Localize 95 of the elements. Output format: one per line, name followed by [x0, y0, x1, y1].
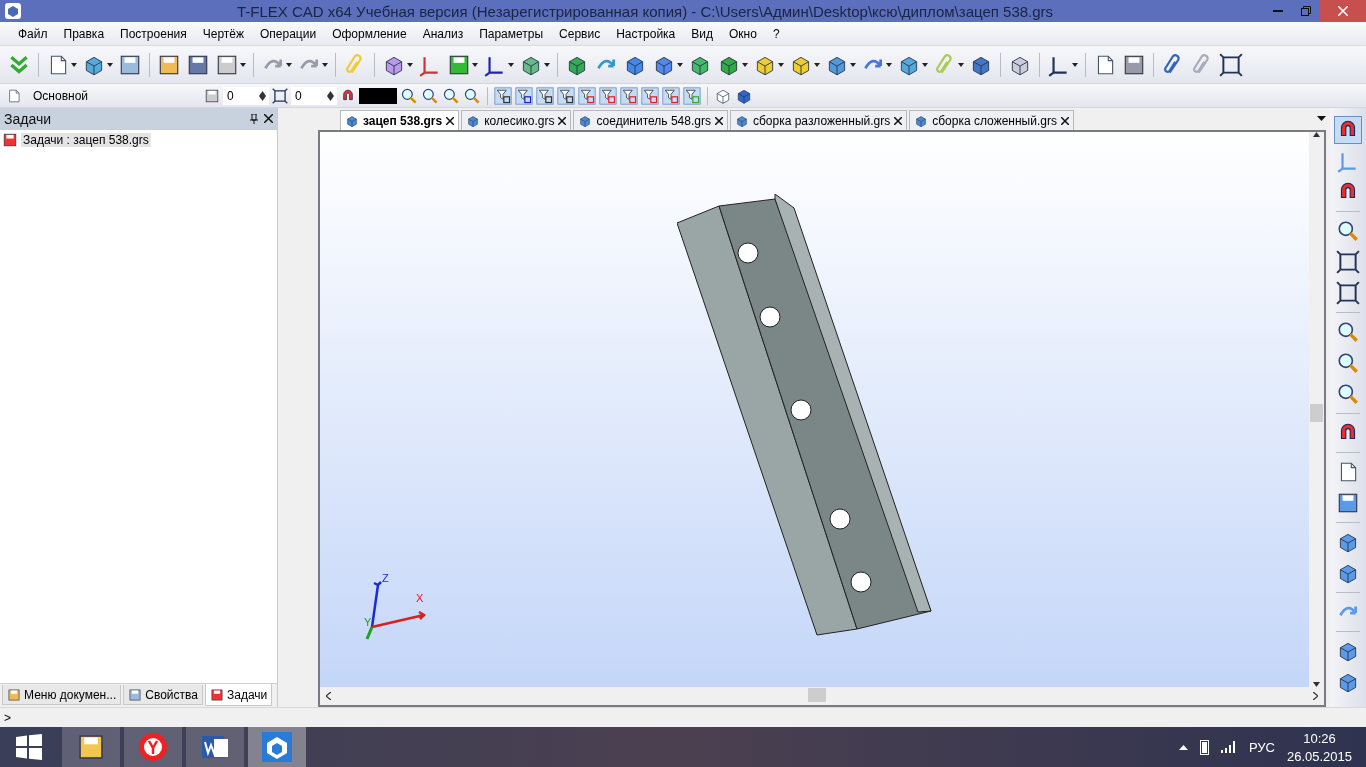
menu-item[interactable]: Файл — [10, 26, 56, 41]
cube-icon — [578, 113, 593, 128]
close-icon[interactable] — [264, 114, 273, 123]
zoom-icon — [1336, 320, 1360, 344]
browser-icon — [138, 732, 168, 762]
caret-up-icon[interactable] — [1178, 744, 1188, 750]
menu-item[interactable]: Построения — [112, 26, 195, 41]
cube-icon — [914, 113, 929, 128]
panel-title: Задачи — [4, 111, 51, 127]
panel-tab[interactable]: Задачи — [204, 684, 273, 706]
scroll-left-icon[interactable] — [326, 692, 331, 700]
restore-icon — [1301, 6, 1311, 16]
menu-item[interactable]: Оформление — [324, 26, 415, 41]
menu-item[interactable]: Операции — [252, 26, 325, 41]
windows-logo-icon — [16, 734, 42, 760]
taskbar-button[interactable] — [124, 727, 182, 767]
axis-label: Y — [364, 616, 372, 628]
cube-icon — [466, 113, 481, 128]
zoom-icon — [1336, 351, 1360, 375]
taskbar-button[interactable] — [186, 727, 244, 767]
caret-icon — [958, 62, 964, 67]
close-icon[interactable] — [558, 116, 567, 125]
caret-icon — [778, 62, 784, 67]
caret-icon[interactable] — [1317, 116, 1326, 121]
zoom-icon — [1336, 219, 1360, 243]
caret-icon — [107, 62, 113, 67]
caret-icon — [850, 62, 856, 67]
caret-icon — [677, 62, 683, 67]
document-tab[interactable]: колесико.grs — [461, 110, 572, 130]
cube-icon — [734, 113, 749, 128]
language-indicator[interactable]: РУС — [1248, 739, 1275, 755]
scroll-thumb[interactable] — [1310, 404, 1323, 422]
app-logo-icon — [4, 2, 22, 20]
panel-tab[interactable]: Свойства — [123, 685, 203, 705]
color-swatch[interactable] — [359, 87, 397, 104]
menu-item[interactable]: Вид — [683, 26, 721, 41]
caret-icon — [71, 62, 77, 67]
cube-icon — [345, 113, 359, 128]
clock-time[interactable]: 10:26 — [1303, 730, 1336, 746]
command-prompt[interactable]: > — [4, 710, 11, 725]
taskbar-button[interactable] — [62, 727, 120, 767]
frame-icon — [1336, 250, 1360, 274]
axis-label: Z — [382, 572, 389, 584]
caret-icon — [742, 62, 748, 67]
level-field[interactable]: 0 — [291, 86, 337, 105]
battery-icon[interactable] — [1199, 739, 1209, 755]
document-tab[interactable]: сборка разложенный.grs — [729, 110, 908, 130]
caret-icon — [886, 62, 892, 67]
menu-item[interactable]: Сервис — [551, 26, 609, 41]
menu-item[interactable]: ? — [764, 26, 788, 41]
clock-date[interactable]: 26.05.2015 — [1286, 748, 1352, 764]
close-icon[interactable] — [894, 116, 903, 125]
close-icon — [1338, 6, 1348, 16]
vertical-scrollbar[interactable] — [1309, 132, 1324, 687]
caret-icon — [240, 62, 246, 67]
caret-icon — [322, 62, 328, 67]
menu-item[interactable]: Параметры — [471, 26, 552, 41]
scroll-right-icon[interactable] — [1313, 692, 1318, 700]
taskbar-button[interactable] — [248, 727, 306, 767]
close-icon[interactable] — [446, 116, 455, 125]
window-title: T-FLEX CAD x64 Учебная версия (Незарегистрированная копия) - C:\Users\Админ\Desktop\ксю\диплом\зацеп 538.grs — [235, 2, 1055, 20]
toolbar-button[interactable] — [1334, 116, 1362, 144]
app-logo-icon — [262, 732, 292, 762]
scroll-up-icon[interactable] — [1313, 132, 1320, 137]
menu-item[interactable]: Правка — [55, 26, 113, 41]
caret-icon — [814, 62, 820, 67]
scroll-thumb[interactable] — [808, 688, 826, 702]
signal-icon[interactable] — [1220, 741, 1237, 753]
document-tab[interactable]: зацеп 538.grs — [340, 110, 460, 130]
axis-label: X — [416, 592, 424, 604]
caret-icon — [472, 62, 478, 67]
caret-icon — [407, 62, 413, 67]
menu-item[interactable]: Чертёж — [194, 26, 252, 41]
layer-field[interactable]: 0 — [223, 86, 269, 105]
panel-tab[interactable]: Меню докумен... — [2, 685, 122, 705]
caret-icon — [1072, 62, 1078, 67]
document-tab[interactable]: соединитель 548.grs — [573, 110, 728, 130]
toolbar-button[interactable] — [1335, 279, 1361, 307]
close-icon[interactable] — [714, 116, 723, 125]
toolbar-button[interactable] — [1335, 248, 1361, 276]
caret-icon — [508, 62, 514, 67]
menu-item[interactable]: Окно — [721, 26, 765, 41]
caret-icon — [286, 62, 292, 67]
menu-item[interactable]: Анализ — [414, 26, 472, 41]
minimize-icon — [1273, 10, 1283, 12]
zoom-icon — [1336, 382, 1360, 406]
3d-viewport[interactable]: Z X Y — [320, 132, 1309, 687]
caret-icon — [544, 62, 550, 67]
menu-item[interactable]: Настройка — [608, 26, 684, 41]
style-name: Основной — [32, 88, 89, 103]
caret-icon — [922, 62, 928, 67]
document-tab[interactable]: сборка сложенный.grs — [909, 110, 1074, 130]
close-icon[interactable] — [1060, 116, 1069, 125]
tree-item[interactable]: Задачи : зацеп 538.grs — [21, 133, 151, 147]
frame-icon — [1336, 281, 1360, 305]
